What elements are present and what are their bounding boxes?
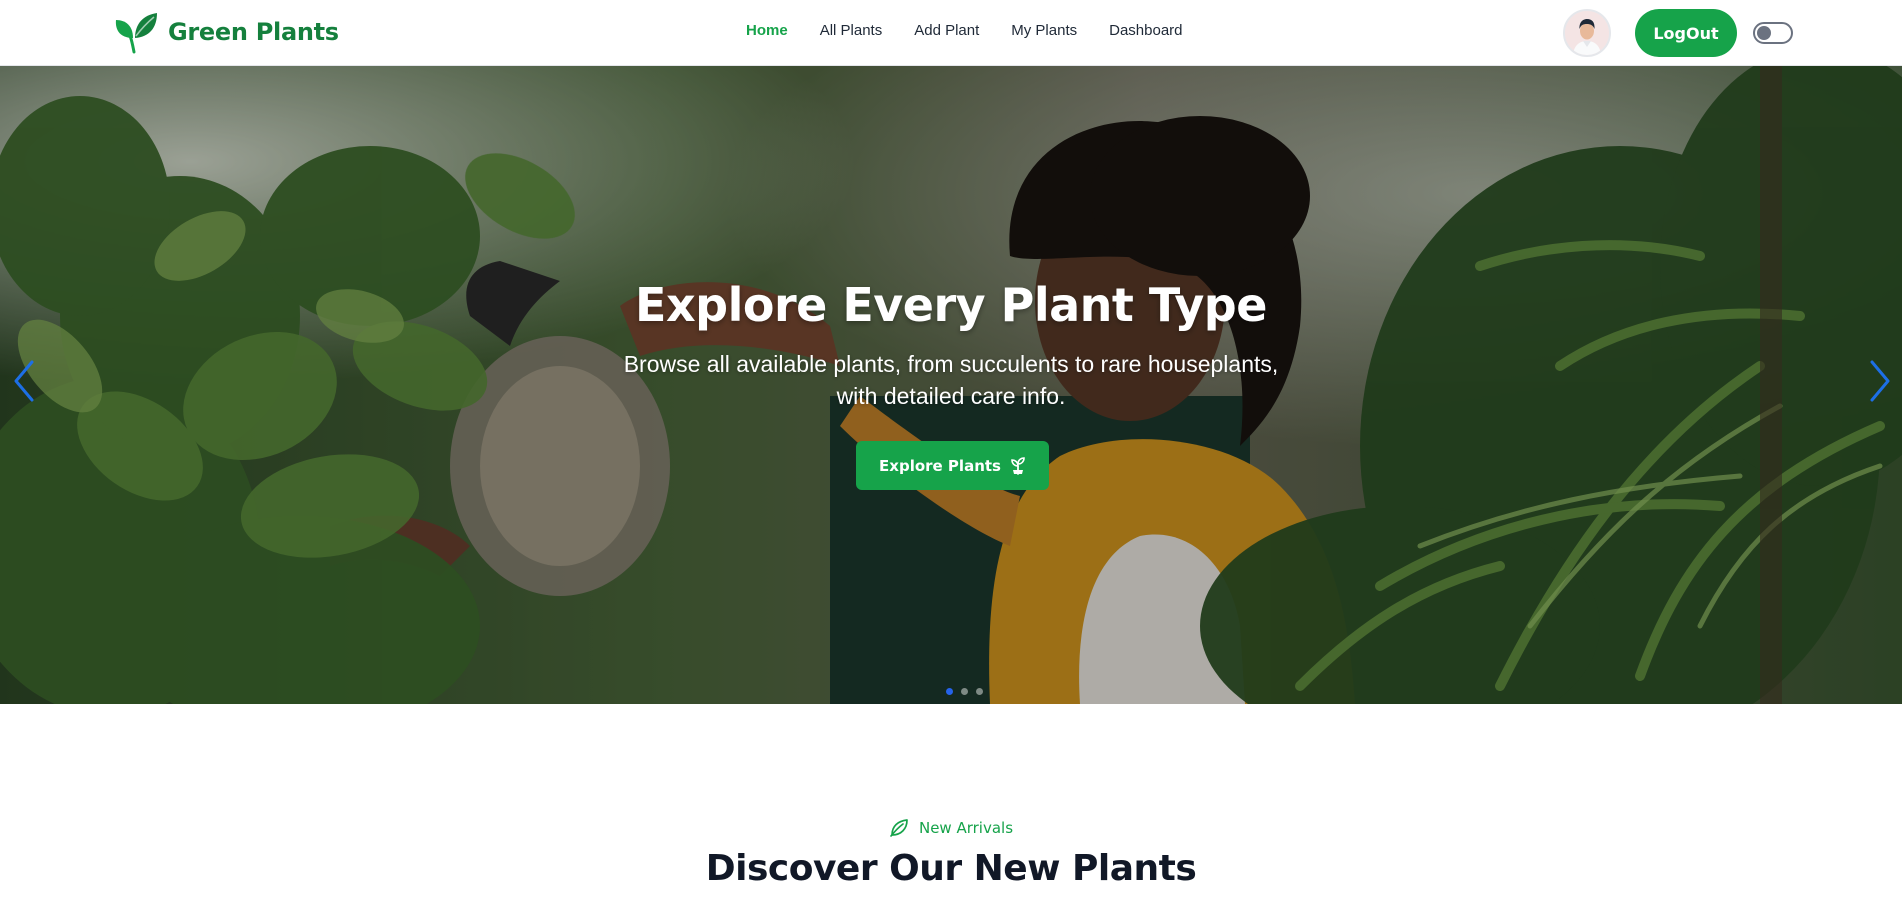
- carousel-pagination: [946, 688, 983, 695]
- leaf-logo-icon: [115, 13, 157, 54]
- nav-dashboard[interactable]: Dashboard: [1109, 22, 1182, 39]
- hero-subtitle: Browse all available plants, from succul…: [623, 351, 1279, 409]
- section-title: Discover Our New Plants: [705, 848, 1197, 889]
- section-tag-label: New Arrivals: [918, 819, 1014, 837]
- explore-plants-label: Explore Plants: [879, 456, 1001, 475]
- logout-button[interactable]: LogOut: [1635, 9, 1737, 57]
- seedling-icon: [1011, 456, 1025, 475]
- navbar: Green Plants Home All Plants Add Plant M…: [0, 0, 1902, 66]
- carousel-next-button[interactable]: [1864, 356, 1896, 406]
- nav-all-plants[interactable]: All Plants: [820, 22, 883, 39]
- brand[interactable]: Green Plants: [112, 8, 339, 56]
- carousel-dot-3[interactable]: [976, 688, 983, 695]
- explore-plants-button[interactable]: Explore Plants: [856, 441, 1049, 490]
- user-avatar[interactable]: [1563, 9, 1611, 57]
- brand-name: Green Plants: [168, 18, 339, 46]
- nav-my-plants[interactable]: My Plants: [1011, 22, 1077, 39]
- hero-title: Explore Every Plant Type: [635, 278, 1267, 332]
- main-nav: Home All Plants Add Plant My Plants Dash…: [746, 22, 1183, 39]
- carousel-dot-1[interactable]: [946, 688, 953, 695]
- hero-carousel: Explore Every Plant Type Browse all avai…: [0, 66, 1902, 704]
- leaf-outline-icon: [890, 819, 908, 837]
- nav-add-plant[interactable]: Add Plant: [914, 22, 979, 39]
- user-avatar-icon: [1565, 11, 1609, 55]
- theme-toggle-knob: [1757, 26, 1771, 40]
- theme-toggle[interactable]: [1753, 22, 1793, 44]
- carousel-prev-button[interactable]: [8, 356, 40, 406]
- nav-home[interactable]: Home: [746, 22, 788, 39]
- section-tag: New Arrivals: [0, 818, 1902, 838]
- carousel-dot-2[interactable]: [961, 688, 968, 695]
